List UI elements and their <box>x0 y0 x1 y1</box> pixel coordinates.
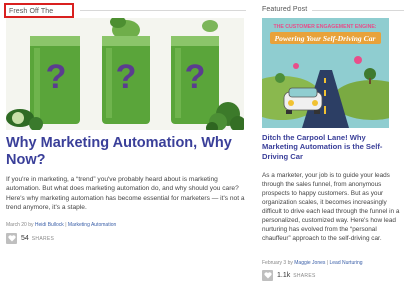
share-counter[interactable]: 54 SHARES <box>6 233 54 244</box>
article-title[interactable]: Why Marketing Automation, Why Now? <box>6 135 246 169</box>
article-excerpt: If you're in marketing, a “trend” you've… <box>6 176 245 212</box>
banner-top-text: THE CUSTOMER ENGAGEMENT ENGINE: <box>273 24 376 30</box>
article-hero-image[interactable]: ? ? ? <box>6 18 244 130</box>
green-smoothies-image: ? ? ? <box>6 18 244 130</box>
heart-icon[interactable] <box>262 270 273 281</box>
featured-category-link[interactable]: Lead Nurturing <box>329 260 362 266</box>
article-date: March 20 by <box>6 222 34 228</box>
featured-meta: February 3 by Maggie Jones | Lead Nurtur… <box>262 260 363 266</box>
question-mark-icon: ? <box>116 58 137 96</box>
meta-separator: | <box>326 260 329 266</box>
featured-author-link[interactable]: Maggie Jones <box>294 260 325 266</box>
featured-title[interactable]: Ditch the Carpool Lane! Why Marketing Au… <box>262 133 397 161</box>
share-count: 54 <box>21 235 29 242</box>
article-meta: March 20 by Heidi Bullock | Marketing Au… <box>6 222 116 228</box>
featured-date: February 3 by <box>262 260 293 266</box>
featured-share-counter[interactable]: 1.1k SHARES <box>262 270 316 281</box>
self-driving-car-image: THE CUSTOMER ENGAGEMENT ENGINE: Powering… <box>262 18 389 128</box>
featured-share-count: 1.1k <box>277 272 291 279</box>
banner-main-text: Powering Your Self-Driving Car <box>275 34 377 43</box>
question-mark-icon: ? <box>46 58 67 96</box>
meta-separator: | <box>65 222 67 228</box>
section-label-fresh: Fresh Off The Keyboard <box>4 3 74 29</box>
featured-excerpt: As a marketer, your job is to guide your… <box>262 172 400 243</box>
category-link[interactable]: Marketing Automation <box>68 222 116 228</box>
car-illustration <box>283 87 323 114</box>
section-label-featured: Featured Post <box>262 6 308 13</box>
share-label: SHARES <box>31 235 55 242</box>
question-mark-icon: ? <box>185 58 206 96</box>
heart-icon[interactable] <box>6 233 17 244</box>
section-divider-right <box>312 10 404 11</box>
featured-share-label: SHARES <box>293 272 316 279</box>
section-divider-left <box>80 10 246 11</box>
featured-post-image[interactable]: THE CUSTOMER ENGAGEMENT ENGINE: Powering… <box>262 18 389 128</box>
author-link[interactable]: Heidi Bullock <box>35 222 64 228</box>
